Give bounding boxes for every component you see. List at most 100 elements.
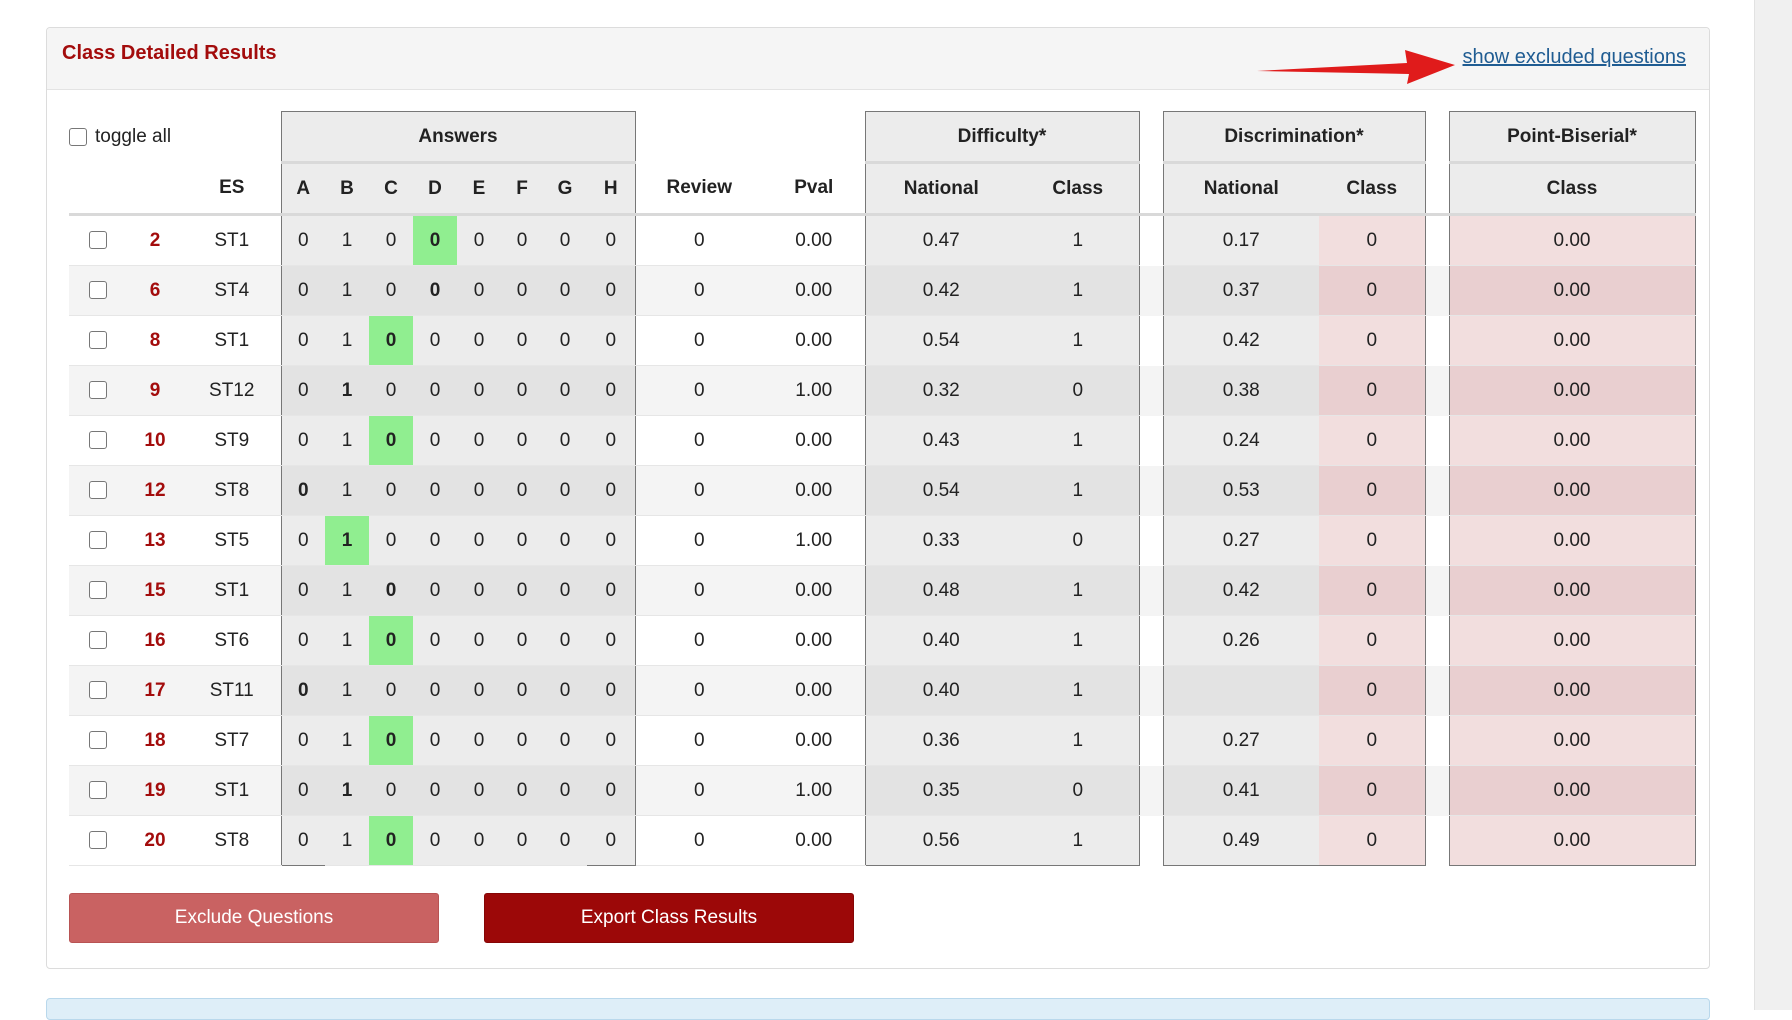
- row-checkbox[interactable]: [89, 831, 107, 850]
- pval-value: 0.00: [763, 214, 865, 266]
- answer-count-cell: 0: [457, 415, 501, 466]
- point-biserial-class-value: 0.00: [1448, 415, 1696, 466]
- row-checkbox[interactable]: [89, 681, 107, 700]
- question-number[interactable]: 9: [127, 365, 183, 416]
- show-excluded-questions-link[interactable]: show excluded questions: [1463, 46, 1686, 69]
- answer-count-cell: 0: [501, 365, 543, 416]
- question-number[interactable]: 2: [127, 214, 183, 266]
- row-checkbox[interactable]: [89, 731, 107, 750]
- review-value: 0: [635, 214, 763, 266]
- point-biserial-class-value: 0.00: [1448, 815, 1696, 866]
- answer-header-h: H: [587, 162, 636, 216]
- question-number[interactable]: 16: [127, 615, 183, 666]
- answer-header-b: B: [325, 162, 369, 216]
- es-value: ST8: [183, 465, 281, 516]
- answer-header-e: E: [457, 162, 501, 216]
- spacer-cell: [1139, 416, 1163, 466]
- answer-count-cell: 0: [501, 515, 543, 566]
- difficulty-national-value: 0.56: [864, 815, 1017, 866]
- row-checkbox[interactable]: [89, 281, 107, 300]
- answer-count-cell: 0: [280, 765, 325, 816]
- row-select-cell: [69, 815, 127, 866]
- results-rows: 2 ST1 0 1 0 0 0 0 0 0 0 0.00 0.47 1 0.17 0 0.00 6 ST4 0 1 0 0 0…: [69, 214, 1696, 866]
- question-number[interactable]: 6: [127, 265, 183, 316]
- discrimination-national-value: 0.27: [1162, 515, 1319, 566]
- es-value: ST1: [183, 565, 281, 616]
- table-row: 10 ST9 0 1 0 0 0 0 0 0 0 0.00 0.43 1 0.24 0 0.00: [69, 415, 1696, 466]
- review-value: 0: [635, 465, 763, 516]
- question-number[interactable]: 10: [127, 415, 183, 466]
- answer-count-cell: 0: [457, 465, 501, 516]
- answer-count-cell: 1: [325, 515, 369, 566]
- difficulty-class-value: 0: [1017, 515, 1140, 566]
- row-checkbox[interactable]: [89, 481, 107, 500]
- answer-count-cell: 0: [587, 214, 636, 266]
- row-checkbox[interactable]: [89, 631, 107, 650]
- answer-count-cell: 0: [369, 315, 413, 366]
- point-biserial-class-value: 0.00: [1448, 665, 1696, 716]
- question-number[interactable]: 20: [127, 815, 183, 866]
- es-value: ST7: [183, 715, 281, 766]
- pval-value: 0.00: [763, 715, 865, 766]
- exclude-questions-button[interactable]: Exclude Questions: [69, 893, 439, 943]
- answer-count-cell: 0: [501, 465, 543, 516]
- row-select-cell: [69, 465, 127, 516]
- table-row: 12 ST8 0 1 0 0 0 0 0 0 0 0.00 0.54 1 0.53 0 0.00: [69, 465, 1696, 516]
- row-checkbox[interactable]: [89, 381, 107, 400]
- row-checkbox[interactable]: [89, 431, 107, 450]
- row-checkbox[interactable]: [89, 531, 107, 550]
- difficulty-class-value: 0: [1017, 365, 1140, 416]
- spacer-cell: [1425, 265, 1449, 316]
- answer-count-cell: 0: [587, 465, 636, 516]
- answer-count-cell: 0: [369, 615, 413, 666]
- table-row: 18 ST7 0 1 0 0 0 0 0 0 0 0.00 0.36 1 0.27 0 0.00: [69, 715, 1696, 766]
- question-number[interactable]: 12: [127, 465, 183, 516]
- question-number[interactable]: 15: [127, 565, 183, 616]
- export-class-results-button[interactable]: Export Class Results: [484, 893, 854, 943]
- row-checkbox[interactable]: [89, 581, 107, 600]
- difficulty-class-value: 1: [1017, 465, 1140, 516]
- difficulty-national-value: 0.54: [864, 465, 1017, 516]
- answer-count-cell: 0: [501, 214, 543, 266]
- difficulty-class-value: 1: [1017, 815, 1140, 866]
- difficulty-national-value: 0.32: [864, 365, 1017, 416]
- question-number[interactable]: 8: [127, 315, 183, 366]
- answer-count-cell: 0: [280, 365, 325, 416]
- question-number[interactable]: 17: [127, 665, 183, 716]
- review-value: 0: [635, 565, 763, 616]
- spacer-cell: [1425, 215, 1449, 266]
- difficulty-national-value: 0.47: [864, 214, 1017, 266]
- answer-count-cell: 0: [543, 465, 587, 516]
- spacer-cell: [1425, 665, 1449, 716]
- question-number[interactable]: 18: [127, 715, 183, 766]
- answer-header-g: G: [543, 162, 587, 216]
- pval-value: 0.00: [763, 415, 865, 466]
- answer-count-cell: 0: [280, 265, 325, 316]
- spacer-cell: [1139, 765, 1163, 816]
- discrimination-class-value: 0: [1319, 365, 1426, 416]
- question-number[interactable]: 13: [127, 515, 183, 566]
- toggle-all-checkbox[interactable]: [69, 127, 87, 146]
- row-checkbox[interactable]: [89, 231, 107, 250]
- answer-count-cell: 1: [325, 365, 369, 416]
- row-select-cell: [69, 665, 127, 716]
- answer-count-cell: 0: [543, 415, 587, 466]
- table-row: 8 ST1 0 1 0 0 0 0 0 0 0 0.00 0.54 1 0.42 0 0.00: [69, 315, 1696, 366]
- spacer-cell: [1425, 365, 1449, 416]
- es-value: ST5: [183, 515, 281, 566]
- row-checkbox[interactable]: [89, 331, 107, 350]
- table-row: 20 ST8 0 1 0 0 0 0 0 0 0 0.00 0.56 1 0.49 0 0.00: [69, 815, 1696, 866]
- question-number[interactable]: 19: [127, 765, 183, 816]
- answer-count-cell: 0: [457, 715, 501, 766]
- spacer-cell: [1139, 816, 1163, 866]
- answer-count-cell: 1: [325, 765, 369, 816]
- toggle-all[interactable]: toggle all: [69, 126, 171, 147]
- es-value: ST9: [183, 415, 281, 466]
- review-value: 0: [635, 815, 763, 866]
- page-scrollbar[interactable]: [1754, 0, 1792, 1010]
- answer-count-cell: 0: [543, 214, 587, 266]
- difficulty-national-value: 0.35: [864, 765, 1017, 816]
- row-checkbox[interactable]: [89, 781, 107, 800]
- answer-count-cell: 0: [543, 265, 587, 316]
- spacer-cell: [1425, 465, 1449, 516]
